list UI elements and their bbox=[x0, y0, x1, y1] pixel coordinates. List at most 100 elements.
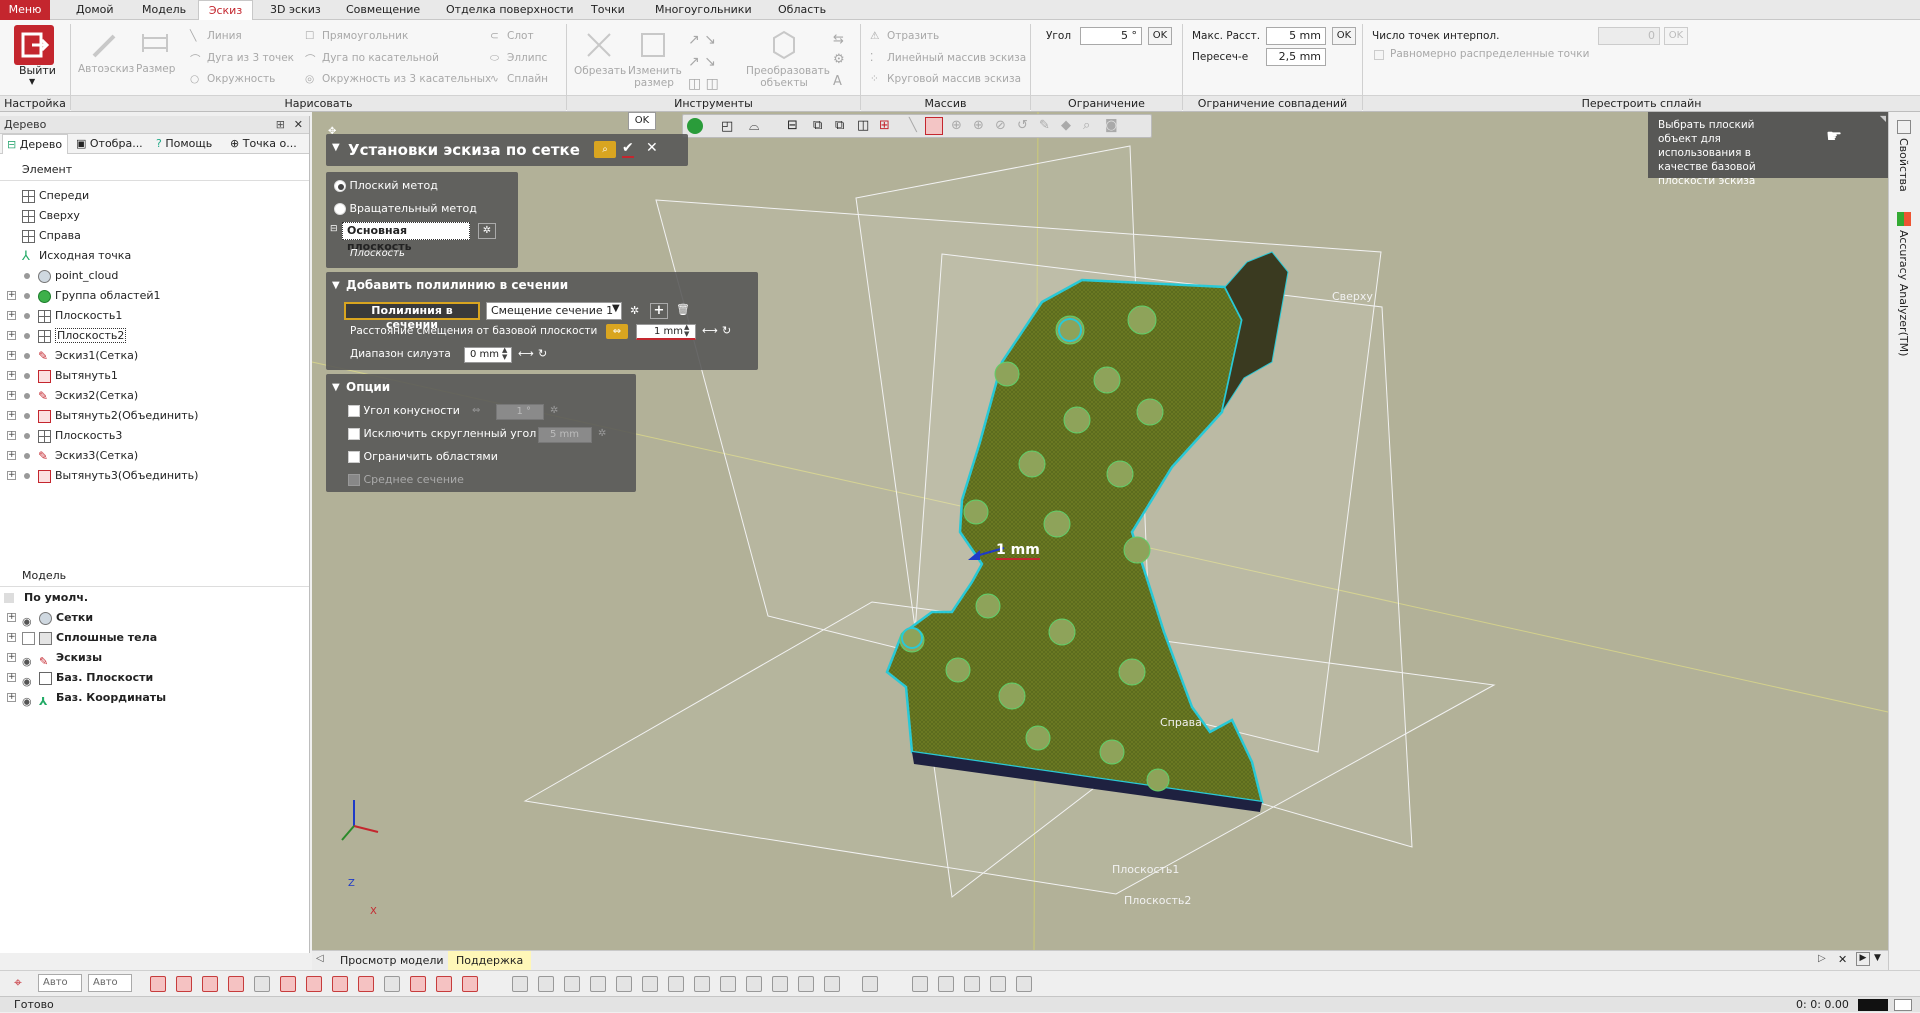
snap-mode-select[interactable]: Авто bbox=[38, 974, 82, 992]
trim-button[interactable]: Обрезать bbox=[574, 65, 626, 77]
dimension-button[interactable]: Размер bbox=[136, 63, 175, 75]
add-section-icon[interactable]: + bbox=[650, 303, 668, 319]
menu-polygons[interactable]: Многоугольники bbox=[653, 0, 754, 20]
eye-icon[interactable]: ◉ bbox=[22, 652, 35, 668]
tools-small-icon[interactable]: ↗ ↘ bbox=[688, 32, 716, 48]
toolbar-btn-5-icon[interactable] bbox=[254, 976, 270, 992]
circular-array-icon[interactable]: ⁘ bbox=[870, 73, 879, 85]
toolbar-btn-13-icon[interactable] bbox=[462, 976, 478, 992]
model-item-planes[interactable]: ◉ Баз. Плоскости bbox=[22, 668, 153, 688]
tab-tree[interactable]: ⊟ Дерево bbox=[2, 134, 68, 154]
menu-align[interactable]: Совмещение bbox=[344, 0, 422, 20]
tree-item-plane1[interactable]: Плоскость1 bbox=[38, 306, 122, 326]
expand-icon[interactable]: + bbox=[7, 331, 16, 340]
3d-viewport[interactable]: ◰ ⌓ ⊟ ⧉ ⧉ ◫ ⊞ ╲ ⊕ ⊕ ⊘ ↺ ✎ ◆ ⌕ ◙ Выбрать … bbox=[312, 112, 1888, 950]
tree-item-sketch1[interactable]: ✎ Эскиз1(Сетка) bbox=[38, 346, 138, 366]
edit-icon[interactable]: ✎ bbox=[1039, 118, 1050, 133]
model-item-meshes[interactable]: ◉ Сетки bbox=[22, 608, 93, 628]
toolbar-btn-1-icon[interactable] bbox=[150, 976, 166, 992]
limit-option[interactable]: Ограничить областями bbox=[348, 450, 498, 463]
eye-icon[interactable]: ◉ bbox=[22, 692, 35, 708]
taper-checkbox[interactable] bbox=[348, 405, 360, 417]
uniform-points-checkbox[interactable] bbox=[1374, 50, 1384, 60]
tab-support[interactable]: Поддержка bbox=[448, 951, 532, 970]
angle-input[interactable]: 5 ° bbox=[1080, 27, 1142, 45]
silhouette-reset-icon[interactable]: ↻ bbox=[538, 347, 547, 360]
arc3-icon[interactable]: ⌒ bbox=[190, 52, 201, 67]
tools-extra-icon-2[interactable]: ⚙ bbox=[833, 52, 845, 67]
toolbar-btn-4-icon[interactable] bbox=[228, 976, 244, 992]
trim-icon[interactable] bbox=[584, 30, 614, 60]
overlap-input[interactable]: 2,5 mm bbox=[1266, 48, 1326, 66]
volume-icon[interactable] bbox=[990, 976, 1006, 992]
toolbar-btn-22-icon[interactable] bbox=[720, 976, 736, 992]
expand-icon[interactable]: + bbox=[7, 613, 16, 622]
menu-model[interactable]: Модель bbox=[140, 0, 188, 20]
offset-section-select[interactable]: Смещение сечение 1 bbox=[486, 302, 622, 320]
tree-item-front[interactable]: Спереди bbox=[22, 186, 89, 206]
section-settings-icon[interactable]: ✲ bbox=[630, 304, 639, 317]
expand-icon[interactable]: + bbox=[7, 633, 16, 642]
expand-icon[interactable]: + bbox=[7, 391, 16, 400]
angle-ok-button[interactable]: OK bbox=[1148, 27, 1172, 45]
polyline-section-button[interactable]: Полилиния в сечении bbox=[344, 302, 480, 331]
toolbar-btn-9-icon[interactable] bbox=[358, 976, 374, 992]
tree-item-extrude1[interactable]: Вытянуть1 bbox=[38, 366, 118, 386]
slot-button[interactable]: Слот bbox=[507, 30, 534, 42]
tab-scroll-left-icon[interactable]: ◁ bbox=[316, 953, 324, 964]
dimension-icon[interactable] bbox=[140, 30, 170, 60]
preview-icon[interactable]: ⌕ bbox=[594, 141, 616, 158]
tree-item-plane2[interactable]: Плоскость2 bbox=[38, 326, 127, 346]
toolbar-btn-7-icon[interactable] bbox=[306, 976, 322, 992]
toolbar-btn-23-icon[interactable] bbox=[746, 976, 762, 992]
toolbar-btn-15-icon[interactable] bbox=[538, 976, 554, 992]
resize-button[interactable]: Изменить размер bbox=[628, 65, 682, 89]
arc3-button[interactable]: Дуга из 3 точек bbox=[207, 52, 294, 64]
expand-icon[interactable]: + bbox=[7, 451, 16, 460]
visibility-box-icon[interactable] bbox=[22, 631, 35, 645]
tab-close-icon[interactable]: ✕ bbox=[1838, 953, 1847, 966]
toolbar-btn-3-icon[interactable] bbox=[202, 976, 218, 992]
rectangle-button[interactable]: Прямоугольник bbox=[322, 30, 408, 42]
tools-small-icon-2[interactable]: ↗ ↘ bbox=[688, 54, 716, 70]
dialog-close-icon[interactable]: ✕ bbox=[646, 140, 658, 156]
line-button[interactable]: Линия bbox=[207, 30, 242, 42]
tree-item-top[interactable]: Сверху bbox=[22, 206, 80, 226]
ellipse-icon[interactable]: ⬭ bbox=[490, 52, 499, 65]
eye-icon[interactable]: ◉ bbox=[22, 612, 35, 628]
camera-icon[interactable]: ◙ bbox=[1105, 118, 1118, 133]
accuracy-analyzer-tab[interactable]: Accuracy Analyzer(TM) bbox=[1897, 230, 1910, 356]
toolbar-btn-21-icon[interactable] bbox=[694, 976, 710, 992]
undo-view-icon[interactable]: ↺ bbox=[1017, 118, 1028, 133]
toolbar-btn-24-icon[interactable] bbox=[772, 976, 788, 992]
tools-small-icon-3[interactable]: ◫ ◫ bbox=[688, 76, 719, 92]
select-dropdown-icon[interactable]: ▼ bbox=[612, 303, 620, 314]
close-icon[interactable]: ✕ bbox=[294, 116, 303, 134]
add-point-icon[interactable]: ⊕ bbox=[951, 118, 962, 133]
autosketch-icon[interactable] bbox=[90, 30, 120, 60]
collapse-hint-icon[interactable]: ◥ bbox=[1880, 112, 1886, 126]
method-rotational-option[interactable]: Вращательный метод bbox=[334, 202, 477, 215]
base-plane-collapse-icon[interactable]: ⊟ bbox=[330, 224, 338, 234]
view-sphere-icon[interactable] bbox=[687, 118, 703, 134]
snap-icon[interactable]: ⌖ bbox=[14, 975, 22, 991]
toolbar-btn-16-icon[interactable] bbox=[564, 976, 580, 992]
mirror-button[interactable]: Отразить bbox=[887, 30, 939, 42]
linear-array-icon[interactable]: ⁚ bbox=[870, 52, 873, 64]
expand-icon[interactable]: + bbox=[7, 411, 16, 420]
model-item-coords[interactable]: ◉ ⅄ Баз. Координаты bbox=[22, 688, 166, 708]
split-view-icon[interactable]: ◫ bbox=[857, 118, 869, 133]
circle3-button[interactable]: Окружность из 3 касательных bbox=[322, 73, 491, 85]
tree-item-right[interactable]: Справа bbox=[22, 226, 81, 246]
tab-scroll-right-icon[interactable]: ▷ bbox=[1818, 953, 1826, 964]
spline-button[interactable]: Сплайн bbox=[507, 73, 548, 85]
tab-nav-icon[interactable]: ▶ bbox=[1856, 952, 1870, 966]
clip-view-icon[interactable]: ⧉ bbox=[813, 118, 822, 133]
exit-icon[interactable] bbox=[14, 25, 54, 65]
delete-section-icon[interactable]: 🗑 bbox=[676, 303, 690, 316]
measure-icon[interactable] bbox=[912, 976, 928, 992]
circle-button[interactable]: Окружность bbox=[207, 73, 275, 85]
options-collapse-icon[interactable]: ▼ bbox=[332, 382, 340, 393]
taper-settings-icon[interactable]: ✲ bbox=[550, 405, 558, 416]
menu-surface[interactable]: Отделка поверхности bbox=[444, 0, 576, 20]
